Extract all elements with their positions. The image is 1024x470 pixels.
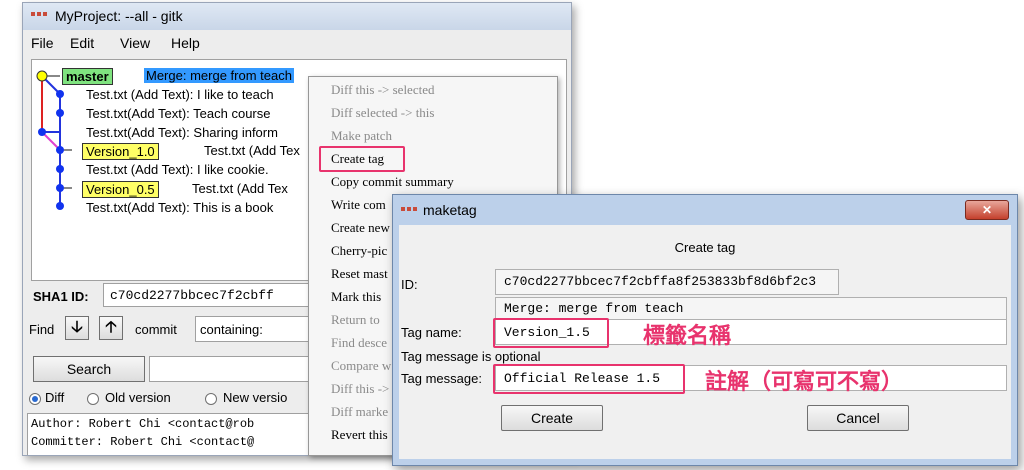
tag-message-annotation: 註解（可寫可不寫） bbox=[705, 370, 904, 395]
menu-write-commit[interactable]: Write com bbox=[331, 197, 386, 213]
commit-row[interactable]: Test.txt(Add Text): Sharing inform bbox=[86, 125, 278, 140]
maketag-dialog: maketag ✕ Create tag ID: c70cd2277bbcec7… bbox=[392, 194, 1018, 466]
create-tag-highlight-box bbox=[319, 146, 405, 172]
radio-new-version-label: New versio bbox=[223, 390, 288, 405]
optional-note: Tag message is optional bbox=[401, 349, 541, 364]
menu-view[interactable]: View bbox=[120, 35, 150, 51]
menu-make-patch[interactable]: Make patch bbox=[331, 128, 392, 144]
menu-diff-marked[interactable]: Diff marke bbox=[331, 404, 388, 420]
radio-diff[interactable] bbox=[29, 393, 41, 405]
maketag-app-icon bbox=[401, 207, 419, 217]
menu-reset-master[interactable]: Reset mast bbox=[331, 266, 388, 282]
diff-author-line: Author: Robert Chi <contact@rob bbox=[31, 417, 255, 431]
find-next-down-button[interactable]: 🡣 bbox=[65, 316, 89, 340]
gitk-title-bar[interactable]: MyProject: --all - gitk bbox=[23, 3, 571, 30]
menu-mark-this[interactable]: Mark this bbox=[331, 289, 381, 305]
commit-row[interactable]: Test.txt (Add Tex bbox=[204, 143, 300, 158]
sha1-label: SHA1 ID: bbox=[33, 289, 89, 304]
menu-diff-this-selected[interactable]: Diff this -> selected bbox=[331, 82, 434, 98]
maketag-title: maketag bbox=[423, 202, 477, 218]
menu-revert-this[interactable]: Revert this bbox=[331, 427, 388, 443]
commit-row-selected[interactable]: Merge: merge from teach bbox=[144, 68, 294, 83]
find-prev-up-button[interactable]: 🡡 bbox=[99, 316, 123, 340]
search-input[interactable] bbox=[149, 356, 331, 382]
dialog-heading: Create tag bbox=[674, 240, 736, 255]
branch-tag-master[interactable]: master bbox=[62, 68, 113, 85]
commit-id-field[interactable]: c70cd2277bbcec7f2cbffa8f253833bf8d6bf2c3 bbox=[495, 269, 839, 295]
gitk-app-icon bbox=[31, 12, 49, 22]
menu-help[interactable]: Help bbox=[171, 35, 200, 51]
commit-row[interactable]: Test.txt (Add Tex bbox=[192, 181, 288, 196]
radio-old-version-label: Old version bbox=[105, 390, 171, 405]
id-label: ID: bbox=[401, 277, 418, 292]
tag-message-highlight-box bbox=[493, 364, 685, 394]
search-button[interactable]: Search bbox=[33, 356, 145, 382]
tag-name-highlight-box bbox=[493, 318, 609, 348]
menu-return-to-mark[interactable]: Return to bbox=[331, 312, 380, 328]
gitk-title: MyProject: --all - gitk bbox=[55, 8, 183, 24]
commit-row[interactable]: Test.txt(Add Text): Teach course bbox=[86, 106, 271, 121]
commit-row[interactable]: Test.txt(Add Text): This is a book bbox=[86, 200, 273, 215]
gitk-menubar: File Edit View Help bbox=[23, 32, 571, 56]
menu-diff-selected-this[interactable]: Diff selected -> this bbox=[331, 105, 434, 121]
find-label: Find bbox=[29, 322, 55, 337]
version-tag-1-0[interactable]: Version_1.0 bbox=[82, 143, 159, 160]
find-type-label: commit bbox=[135, 322, 177, 337]
menu-compare-with-marked[interactable]: Compare w bbox=[331, 358, 391, 374]
radio-old-version[interactable] bbox=[87, 393, 99, 405]
menu-file[interactable]: File bbox=[31, 35, 54, 51]
close-icon[interactable]: ✕ bbox=[965, 200, 1009, 220]
cancel-button[interactable]: Cancel bbox=[807, 405, 909, 431]
menu-diff-this-marked[interactable]: Diff this -> bbox=[331, 381, 389, 397]
version-tag-0-5[interactable]: Version_0.5 bbox=[82, 181, 159, 198]
diff-committer-line: Committer: Robert Chi <contact@ bbox=[31, 435, 255, 449]
radio-diff-label: Diff bbox=[45, 390, 65, 405]
menu-find-descendant[interactable]: Find desce bbox=[331, 335, 387, 351]
menu-create-new-branch[interactable]: Create new bbox=[331, 220, 390, 236]
maketag-dialog-body: Create tag ID: c70cd2277bbcec7f2cbffa8f2… bbox=[399, 225, 1011, 459]
tag-name-annotation: 標籤名稱 bbox=[643, 324, 732, 349]
create-button[interactable]: Create bbox=[501, 405, 603, 431]
sha1-input[interactable]: c70cd2277bbcec7f2cbff bbox=[103, 283, 335, 307]
tag-message-label: Tag message: bbox=[401, 371, 482, 386]
menu-edit[interactable]: Edit bbox=[70, 35, 94, 51]
radio-new-version[interactable] bbox=[205, 393, 217, 405]
commit-row[interactable]: Test.txt (Add Text): I like cookie. bbox=[86, 162, 269, 177]
menu-copy-commit-summary[interactable]: Copy commit summary bbox=[331, 174, 454, 190]
tag-name-label: Tag name: bbox=[401, 325, 462, 340]
commit-row[interactable]: Test.txt (Add Text): I like to teach bbox=[86, 87, 274, 102]
menu-cherry-pick[interactable]: Cherry-pic bbox=[331, 243, 387, 259]
